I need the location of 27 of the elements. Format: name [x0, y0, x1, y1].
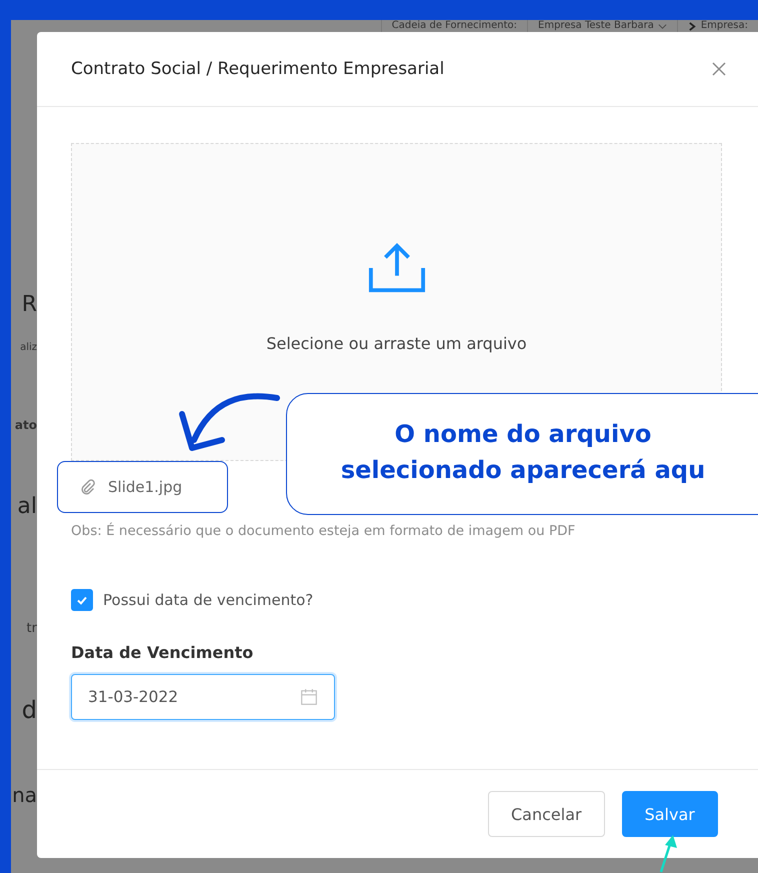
field-label: Data de Vencimento: [71, 643, 254, 662]
page-text: ato: [14, 417, 37, 434]
upload-icon: [368, 242, 426, 294]
date-field[interactable]: 31-03-2022: [71, 674, 335, 720]
checkbox-label: Possui data de vencimento?: [103, 591, 314, 609]
upload-prompt: Selecione ou arraste um arquivo: [266, 334, 527, 353]
callout-text: O nome do arquivo: [394, 419, 652, 450]
chevron-right-icon: [688, 22, 697, 30]
page-text: R: [22, 292, 37, 318]
page-text: aliz: [20, 341, 37, 355]
calendar-icon: [300, 688, 318, 706]
page-text: al: [17, 493, 37, 521]
paperclip-icon: [80, 479, 96, 495]
header-label: Cadeia de Fornecimento:: [392, 20, 518, 32]
save-button[interactable]: Salvar: [622, 791, 718, 837]
file-item[interactable]: Slide1.jpg: [57, 461, 228, 513]
page-text: d: [22, 695, 37, 725]
company-dropdown[interactable]: Empresa Teste Barbara: [538, 20, 654, 32]
page-text: na: [12, 782, 37, 809]
format-note: Obs: É necessário que o documento esteja em formato de imagem ou PDF: [71, 523, 576, 539]
checkbox[interactable]: [71, 589, 93, 611]
cancel-button[interactable]: Cancelar: [488, 791, 605, 837]
close-icon[interactable]: [711, 61, 727, 77]
breadcrumb-link[interactable]: Empresa:: [700, 20, 748, 32]
page-text: tr: [26, 620, 37, 638]
dialog-title: Contrato Social / Requerimento Empresarial: [71, 59, 444, 79]
chevron-down-icon: [658, 22, 667, 30]
